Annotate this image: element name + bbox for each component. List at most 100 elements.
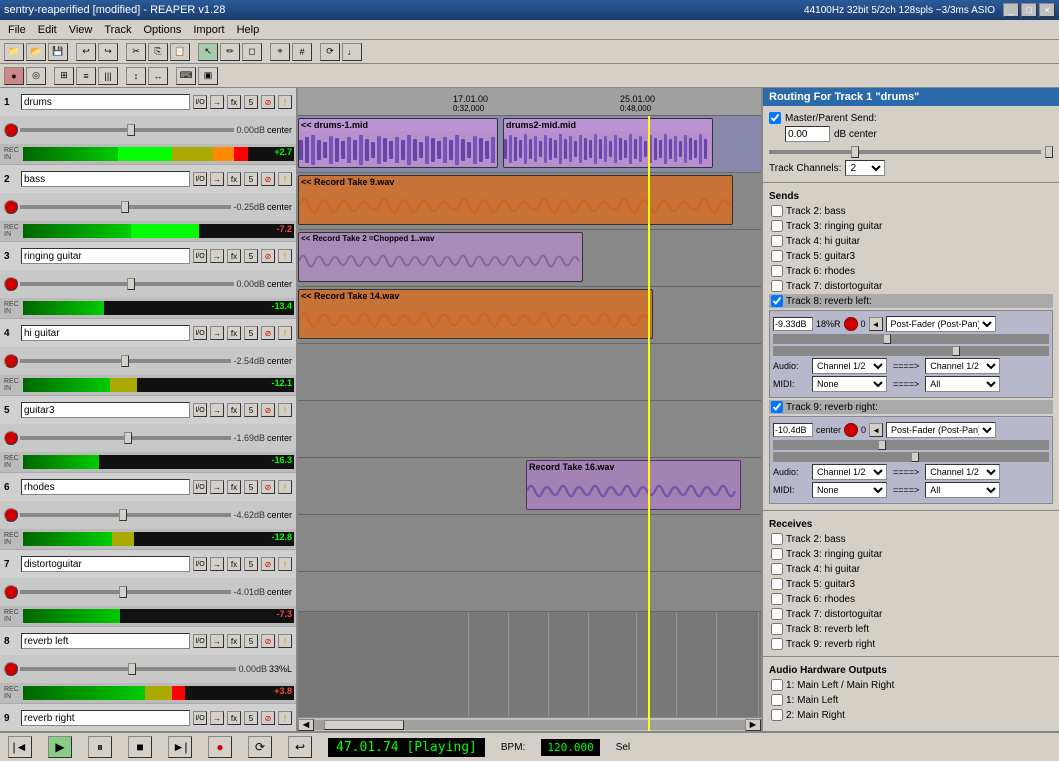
send8-vol-slider[interactable] <box>773 334 1049 344</box>
clip-1-1[interactable]: << drums-1.mid <box>298 118 498 168</box>
recv-track3-cb[interactable] <box>771 548 783 560</box>
track-mute-7[interactable]: ⊘ <box>261 557 275 571</box>
track-io-2[interactable]: I/O <box>193 172 207 186</box>
track-name-3[interactable] <box>21 248 190 264</box>
vol-slider-6[interactable] <box>20 513 231 517</box>
scroll-track[interactable] <box>314 720 745 730</box>
save-btn[interactable]: 💾 <box>48 43 68 61</box>
track-warn-3[interactable]: ! <box>278 249 292 263</box>
skip-start-btn[interactable]: |◄ <box>8 736 32 758</box>
rec-btn-5[interactable] <box>4 431 18 445</box>
send8-flip-btn[interactable]: ◄ <box>869 317 883 331</box>
vol-thumb-4[interactable] <box>121 355 129 367</box>
track-io-7[interactable]: I/O <box>193 557 207 571</box>
maximize-button[interactable]: □ <box>1021 3 1037 17</box>
track-warn-4[interactable]: ! <box>278 326 292 340</box>
metronome-btn[interactable]: ♩ <box>342 43 362 61</box>
track-arrow-7[interactable]: → <box>210 557 224 571</box>
vol-slider-7[interactable] <box>20 590 231 594</box>
clip-4-1[interactable]: << Record Take 14.wav <box>298 289 653 339</box>
new-btn[interactable]: 📁 <box>4 43 24 61</box>
send-track9-cb[interactable] <box>771 401 783 413</box>
recv-track5-cb[interactable] <box>771 578 783 590</box>
send8-mute[interactable] <box>844 317 858 331</box>
scroll-left-btn[interactable]: ◄ <box>298 719 314 731</box>
recv-track6-cb[interactable] <box>771 593 783 605</box>
send-track7-cb[interactable] <box>771 280 783 292</box>
track-name-8[interactable] <box>21 633 190 649</box>
send9-flip-btn[interactable]: ◄ <box>869 423 883 437</box>
vol-thumb-6[interactable] <box>119 509 127 521</box>
hscroll[interactable]: ◄ ► <box>298 717 761 731</box>
master-vol-thumb[interactable] <box>851 146 859 158</box>
send8-midi-src[interactable]: None <box>812 376 887 392</box>
track-mute-5[interactable]: ⊘ <box>261 403 275 417</box>
track-arrow-5[interactable]: → <box>210 403 224 417</box>
tb2-btn5[interactable]: ||| <box>98 67 118 85</box>
tb2-btn8[interactable]: ⌨ <box>176 67 196 85</box>
vol-slider-3[interactable] <box>20 282 234 286</box>
send8-mode-select[interactable]: Post-Fader (Post-Pan) <box>886 316 996 332</box>
track-5-2[interactable]: 5 <box>244 172 258 186</box>
tb2-btn4[interactable]: ≡ <box>76 67 96 85</box>
vol-slider-4[interactable] <box>20 359 231 363</box>
send9-audio-dst[interactable]: Channel 1/2 <box>925 464 1000 480</box>
track-fx-5[interactable]: fx <box>227 403 241 417</box>
minimize-button[interactable]: _ <box>1003 3 1019 17</box>
track-name-7[interactable] <box>21 556 190 572</box>
menu-track[interactable]: Track <box>98 22 137 38</box>
clip-3-1[interactable]: << Record Take 2 =Chopped 1..wav <box>298 232 583 282</box>
send-track8-cb[interactable] <box>771 295 783 307</box>
tb2-btn7[interactable]: ↔ <box>148 67 168 85</box>
copy-btn[interactable]: ⎘ <box>148 43 168 61</box>
loop-btn[interactable]: ⟳ <box>320 43 340 61</box>
hw-out-2-cb[interactable] <box>771 709 783 721</box>
track-fx-6[interactable]: fx <box>227 480 241 494</box>
send9-db[interactable] <box>773 423 813 437</box>
vol-thumb-5[interactable] <box>124 432 132 444</box>
send9-vol-thumb[interactable] <box>878 440 886 450</box>
track-mute-8[interactable]: ⊘ <box>261 634 275 648</box>
send8-audio-dst[interactable]: Channel 1/2 <box>925 358 1000 374</box>
track-arrow-2[interactable]: → <box>210 172 224 186</box>
vol-thumb-3[interactable] <box>127 278 135 290</box>
track-mute-3[interactable]: ⊘ <box>261 249 275 263</box>
track-io-5[interactable]: I/O <box>193 403 207 417</box>
track-lane-5[interactable] <box>298 344 761 401</box>
send-track4-cb[interactable] <box>771 235 783 247</box>
track-name-6[interactable] <box>21 479 190 495</box>
rec-btn-2[interactable] <box>4 200 18 214</box>
arrow-tool[interactable]: ↖ <box>198 43 218 61</box>
rec-btn-8[interactable] <box>4 662 18 676</box>
timeline[interactable]: 17.01.00 0:32,000 25.01.00 0:48,000 33.0… <box>298 88 761 116</box>
send-track5-cb[interactable] <box>771 250 783 262</box>
track-lane-8[interactable] <box>298 515 761 572</box>
undo-btn[interactable]: ↩ <box>76 43 96 61</box>
loop-transport-btn[interactable]: ⟳ <box>248 736 272 758</box>
clip-1-2[interactable]: drums2-mid.mid <box>503 118 713 168</box>
track-arrow-9[interactable]: → <box>210 711 224 725</box>
recv-track7-cb[interactable] <box>771 608 783 620</box>
rec-btn-6[interactable] <box>4 508 18 522</box>
track-mute-4[interactable]: ⊘ <box>261 326 275 340</box>
hw-out-1-cb[interactable] <box>771 694 783 706</box>
master-pan-thumb[interactable] <box>1045 146 1053 158</box>
play-btn[interactable]: ▶ <box>48 736 72 758</box>
clip-2-1[interactable]: << Record Take 9.wav <box>298 175 733 225</box>
send9-midi-dst[interactable]: All <box>925 482 1000 498</box>
track-fx-1[interactable]: fx <box>227 95 241 109</box>
track-fx-7[interactable]: fx <box>227 557 241 571</box>
cut-btn[interactable]: ✂ <box>126 43 146 61</box>
track-io-9[interactable]: I/O <box>193 711 207 725</box>
track-io-8[interactable]: I/O <box>193 634 207 648</box>
track-channels-select[interactable]: 248 <box>845 160 885 176</box>
scroll-right-btn[interactable]: ► <box>745 719 761 731</box>
track-5-9[interactable]: 5 <box>244 711 258 725</box>
menu-import[interactable]: Import <box>187 22 230 38</box>
track-name-4[interactable] <box>21 325 190 341</box>
track-warn-6[interactable]: ! <box>278 480 292 494</box>
track-fx-4[interactable]: fx <box>227 326 241 340</box>
master-vol-slider[interactable] <box>769 150 1041 154</box>
track-lane-3[interactable]: << Record Take 2 =Chopped 1..wav <box>298 230 761 287</box>
recv-track2-cb[interactable] <box>771 533 783 545</box>
